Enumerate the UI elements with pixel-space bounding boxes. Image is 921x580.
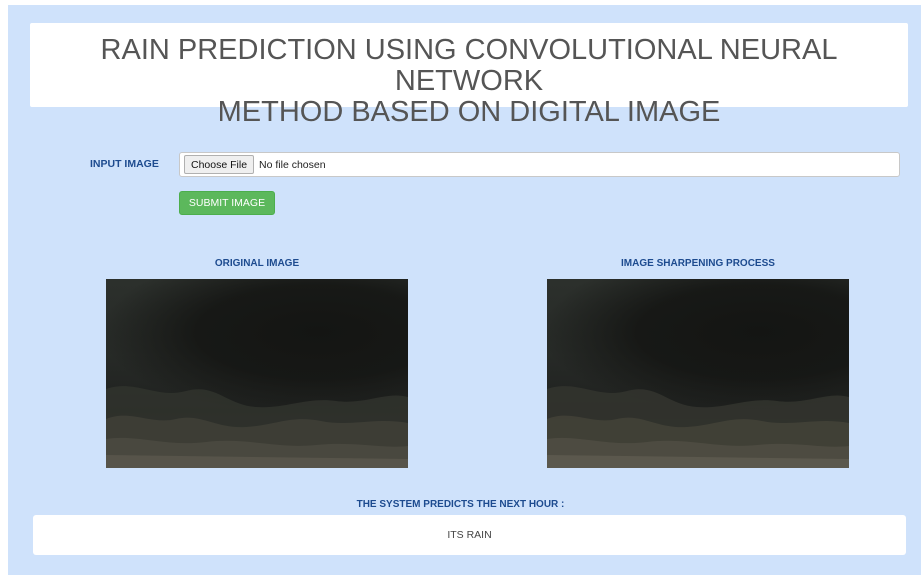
- original-image: [106, 279, 408, 468]
- original-image-caption: ORIGINAL IMAGE: [214, 258, 300, 269]
- page-title-line-1: RAIN PREDICTION USING CONVOLUTIONAL NEUR…: [100, 34, 838, 97]
- prediction-result-text: ITS RAIN: [447, 529, 492, 541]
- prediction-result-box: ITS RAIN: [33, 515, 906, 555]
- submit-image-button[interactable]: SUBMIT IMAGE: [179, 191, 275, 215]
- sharpened-image-caption: IMAGE SHARPENING PROCESS: [621, 258, 775, 269]
- prediction-label: THE SYSTEM PREDICTS THE NEXT HOUR :: [356, 499, 565, 510]
- file-status-text: No file chosen: [259, 158, 326, 171]
- sharpened-image: [547, 279, 849, 468]
- page-title-line-2: METHOD BASED ON DIGITAL IMAGE: [217, 96, 721, 128]
- page-background: RAIN PREDICTION USING CONVOLUTIONAL NEUR…: [8, 5, 921, 575]
- input-image-label: INPUT IMAGE: [90, 158, 159, 170]
- title-card: RAIN PREDICTION USING CONVOLUTIONAL NEUR…: [30, 23, 908, 128]
- file-upload-field[interactable]: Choose File No file chosen: [179, 152, 900, 177]
- choose-file-button[interactable]: Choose File: [184, 155, 255, 174]
